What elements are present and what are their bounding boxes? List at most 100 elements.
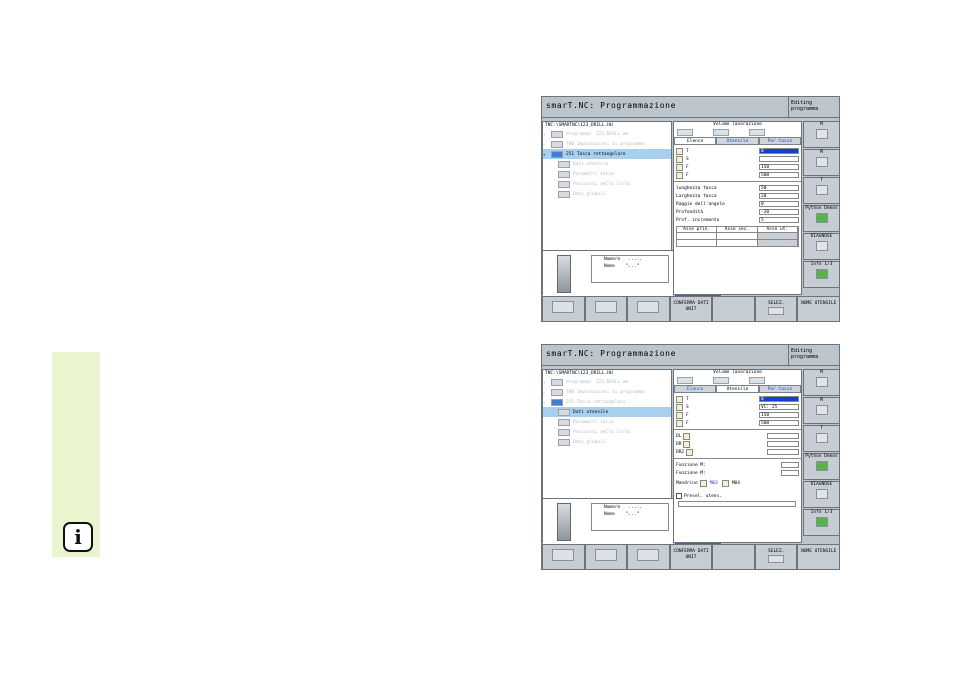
tree-item[interactable]: ▸ 700 Impostazioni di programma [543,139,671,149]
softkey-info[interactable]: Info 1/3 [803,261,839,288]
softkey-tool-name[interactable]: NOME UTENSILE [797,544,839,569]
mfunc-field[interactable] [781,462,799,468]
unit-form: Volume lavorazione Elenco Utensile Par.t… [673,121,802,295]
softkey-diagnose[interactable]: DIAGNOSE [803,481,839,508]
spindle-m04-radio[interactable]: M04 [732,481,740,486]
tree-item[interactable]: ▾ 251 Tasca rettangolare [543,397,671,407]
spindle-cw-icon[interactable] [699,479,707,487]
info-page-icon [815,269,828,279]
volume-option-1-icon[interactable] [677,128,693,136]
param-field[interactable]: 50 [759,185,799,191]
tree-item[interactable]: Posizioni nella lista [543,179,671,189]
volume-option-1-icon[interactable] [677,376,693,384]
info-icon: i [63,522,93,552]
softkey-python-demos[interactable]: Python Demos [803,453,839,480]
feed-mill-icon [676,419,683,427]
tree-item[interactable]: Dati globali [543,437,671,447]
machining-volume-options [674,376,801,384]
softkey-info[interactable]: Info 1/3 [803,509,839,536]
softkey-m-2[interactable]: M [803,397,839,424]
tree-item[interactable]: Dati utensile [543,159,671,169]
feed-mill-field[interactable]: 500 [759,172,799,178]
diagnose-icon [815,489,828,499]
softkey-m-2[interactable]: M [803,149,839,176]
tree-item[interactable]: Dati globali [543,189,671,199]
axis-cell[interactable] [717,233,758,239]
tree-item[interactable]: Posizioni nella lista [543,427,671,437]
presel-checkbox[interactable] [676,493,682,499]
volume-option-2-icon[interactable] [713,128,729,136]
softkey-t[interactable]: T [803,177,839,204]
tree-item[interactable]: Parametri tasca [543,169,671,179]
horizontal-softkeys: CONFERMA DATI UNIT SELEZ. NOME UTENSILE [542,296,839,321]
softkey-view-3[interactable] [627,544,670,569]
volume-option-3-icon[interactable] [749,376,765,384]
axis-cell[interactable] [677,240,718,246]
softkey-confirm-unit[interactable]: CONFERMA DATI UNIT [669,544,713,569]
softkey-view-1[interactable] [542,544,585,569]
tree-item[interactable]: ▸ 700 Impostazioni di programma [543,387,671,397]
softkey-confirm-unit[interactable]: CONFERMA DATI UNIT [669,296,713,321]
tree-item[interactable]: Parametri tasca [543,417,671,427]
tool-number-field[interactable]: 0 [759,148,799,154]
softkey-view-3[interactable] [627,296,670,321]
softkey-m-1[interactable]: M [803,121,839,148]
spindle-speed-field[interactable]: VC: 25 [759,404,799,410]
param-field[interactable]: 20 [759,193,799,199]
feed-mill-field[interactable]: 500 [759,420,799,426]
axis-cell[interactable] [677,233,718,239]
tab-utensile[interactable]: Utensile [716,137,759,145]
spindle-row: Mandrino M03 M04 [676,479,740,487]
offset-dr-field[interactable] [767,441,799,447]
program-icon [551,130,563,138]
tab-elenco[interactable]: Elenco [674,385,717,393]
param-field[interactable]: 5 [759,217,799,223]
tab-elenco[interactable]: Elenco [674,137,717,145]
offset-dl-field[interactable] [767,433,799,439]
softkey-diagnose[interactable]: DIAGNOSE [803,233,839,260]
param-field[interactable]: -20 [759,209,799,215]
softkey-select[interactable]: SELEZ. [754,544,798,569]
settings-icon [551,388,563,396]
offset-row: DR [674,440,801,448]
pocket-params-icon [558,418,570,426]
softkey-view-1[interactable] [542,296,585,321]
tab-par-tasca[interactable]: Par.tasca [758,137,801,145]
volume-option-3-icon[interactable] [749,128,765,136]
feed-plunge-field[interactable]: 150 [759,164,799,170]
mode-indicator: Editing programma [788,345,839,366]
tree-item[interactable]: ▾ Programma: 123_DRILL mm [543,129,671,139]
tree-item[interactable]: ▾ Programma: 123_DRILL mm [543,377,671,387]
softkey-view-2[interactable] [584,296,628,321]
presel-field[interactable] [678,501,796,507]
radius-offset-icon [683,440,691,448]
tool-icon [558,160,570,168]
tool-preview: Numero ..... Nome "..." [543,498,673,545]
volume-option-2-icon[interactable] [713,376,729,384]
axis-cell[interactable] [717,240,758,246]
form-tabs: Elenco Utensile Par.tasca [674,137,801,145]
spindle-m03-radio[interactable]: M03 [710,481,718,486]
globe-icon [558,438,570,446]
softkey-t[interactable]: T [803,425,839,452]
softkey-select[interactable]: SELEZ. [754,296,798,321]
feed-plunge-row: F 150 [674,411,801,419]
tool-number-field[interactable]: 0 [759,396,799,402]
positions-icon [558,428,570,436]
mfunc-field[interactable] [781,470,799,476]
tab-par-tasca[interactable]: Par.tasca [758,385,801,393]
feed-plunge-field[interactable]: 150 [759,412,799,418]
tree-item-selected[interactable]: Dati utensile [543,407,671,417]
tree-item-selected[interactable]: ▾ 251 Tasca rettangolare [543,149,671,159]
softkey-view-2[interactable] [584,544,628,569]
spindle-speed-field[interactable] [759,156,799,162]
pocket-params-icon [558,170,570,178]
softkey-m-1[interactable]: M [803,369,839,396]
param-field[interactable]: 0 [759,201,799,207]
softkey-python-demos[interactable]: Python Demos [803,205,839,232]
spindle-ccw-icon[interactable] [721,479,729,487]
softkey-tool-name[interactable]: NOME UTENSILE [797,296,839,321]
tab-utensile[interactable]: Utensile [716,385,759,393]
feed-plunge-row: F 150 [674,163,801,171]
offset-dr2-field[interactable] [767,449,799,455]
